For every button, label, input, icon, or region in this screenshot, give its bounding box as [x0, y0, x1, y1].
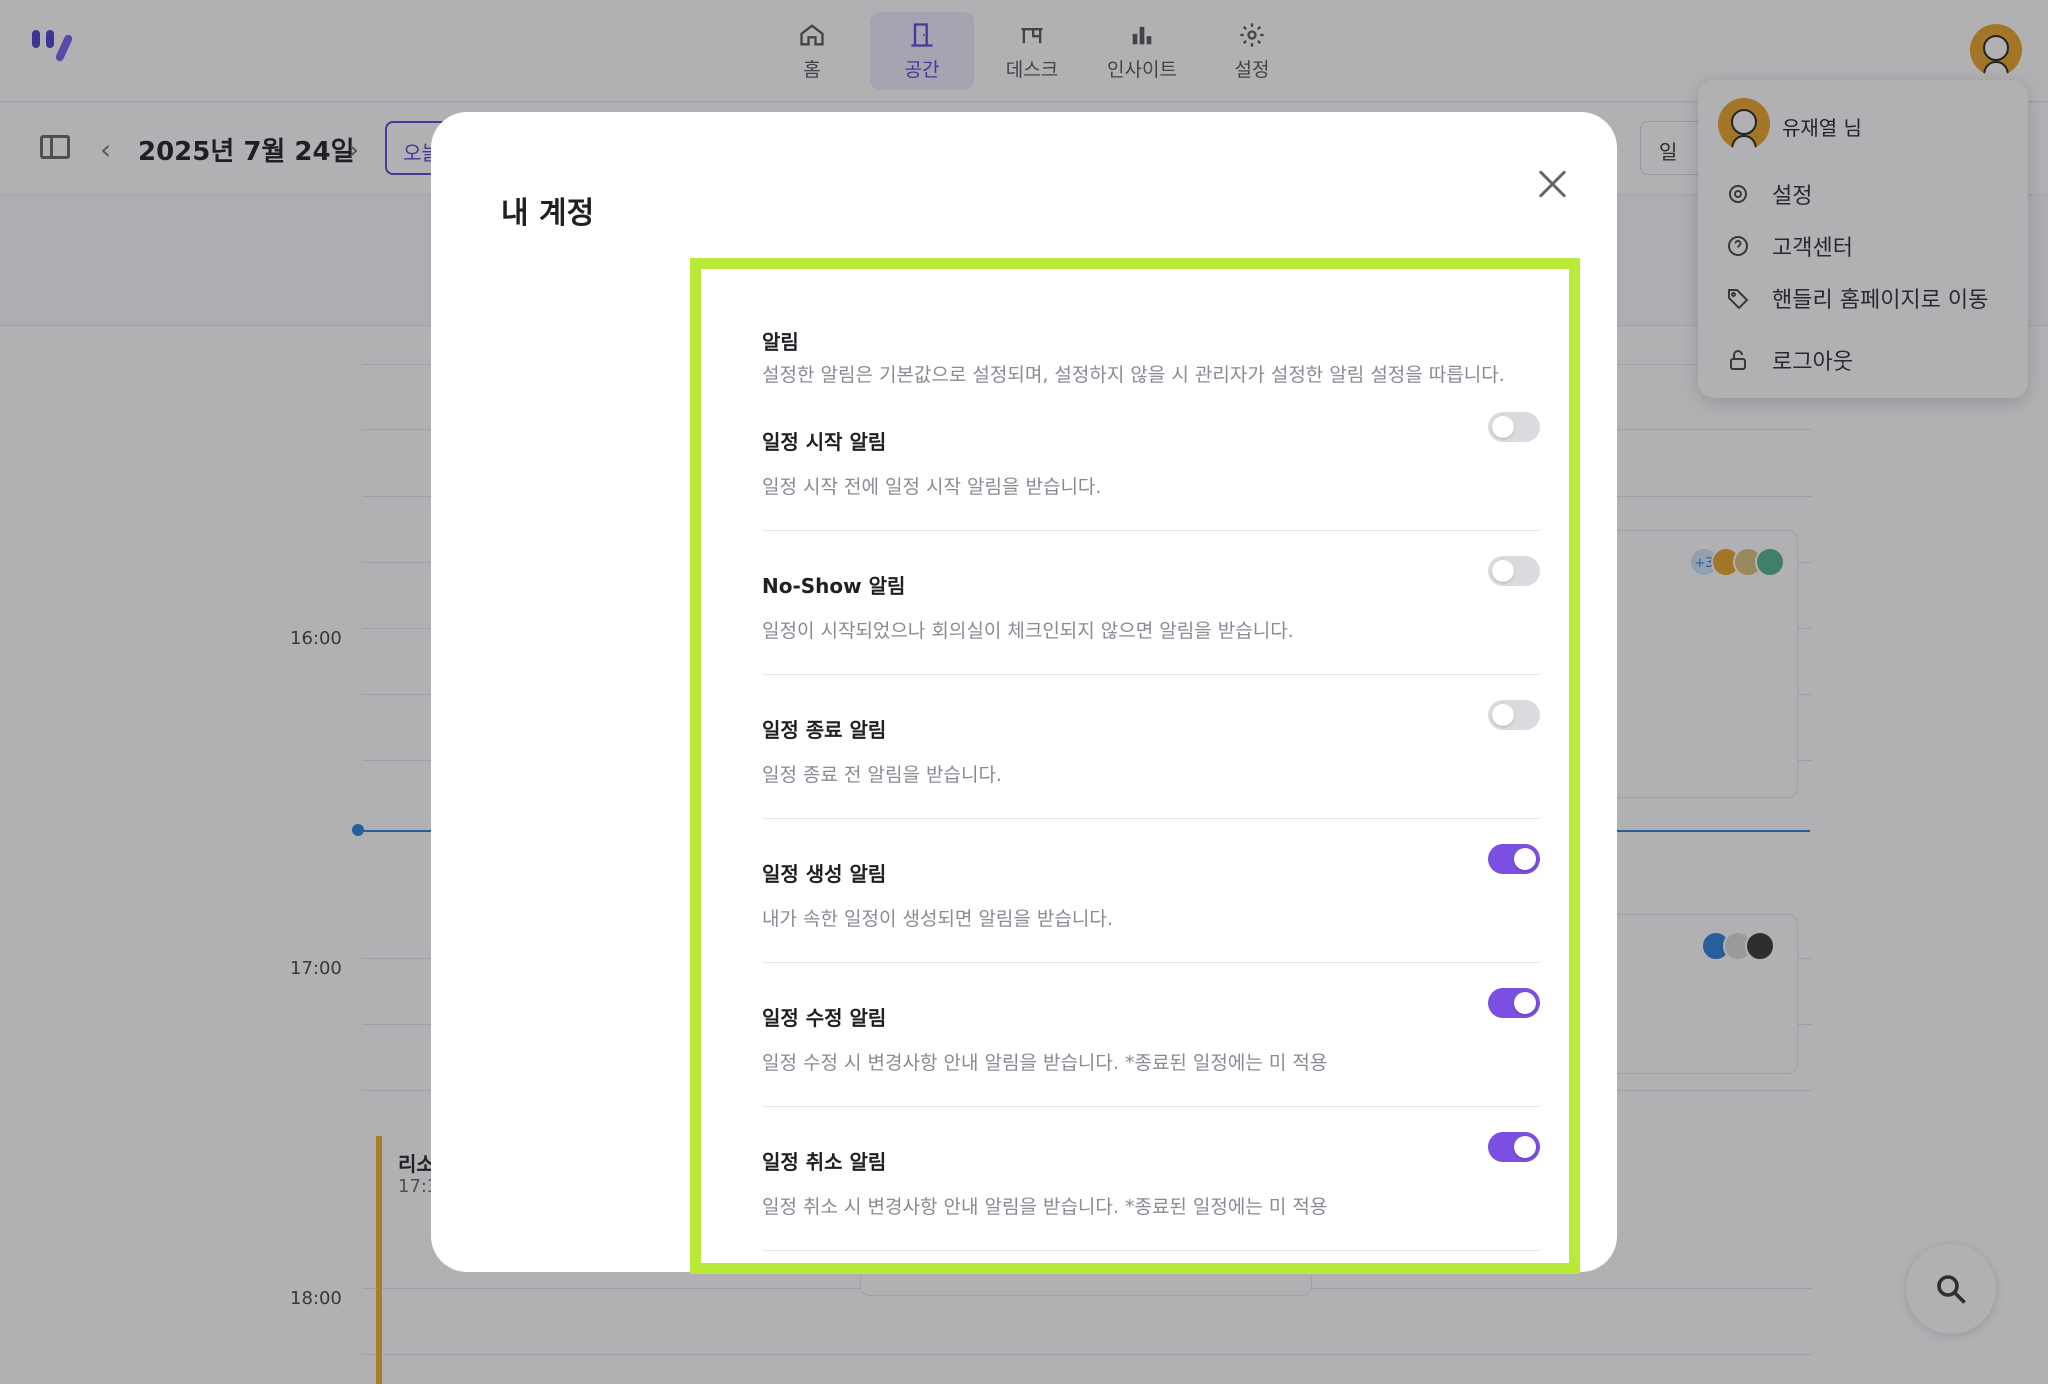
toggle-cancel-notification[interactable] [1488, 1132, 1540, 1162]
row-description: 내가 속한 일정이 생성되면 알림을 받습니다. [762, 908, 1113, 930]
row-description: 일정 수정 시 변경사항 안내 알림을 받습니다. *종료된 일정에는 미 적용 [762, 1052, 1328, 1074]
divider [762, 818, 1540, 819]
row-title: 일정 취소 알림 [762, 1150, 887, 1174]
row-description: 일정이 시작되었으나 회의실이 체크인되지 않으면 알림을 받습니다. [762, 620, 1294, 642]
row-description: 일정 취소 시 변경사항 안내 알림을 받습니다. *종료된 일정에는 미 적용 [762, 1196, 1328, 1218]
modal-title: 내 계정 [501, 196, 595, 231]
toggle-noshow-notification[interactable] [1488, 556, 1540, 586]
divider [762, 962, 1540, 963]
toggle-knob [1492, 416, 1514, 438]
divider [762, 674, 1540, 675]
divider [762, 1106, 1540, 1107]
row-title: 일정 생성 알림 [762, 862, 887, 886]
notification-row-cancel: 일정 취소 알림 일정 취소 시 변경사항 안내 알림을 받습니다. *종료된 … [762, 1132, 1540, 1290]
notification-row-update: 일정 수정 알림 일정 수정 시 변경사항 안내 알림을 받습니다. *종료된 … [762, 988, 1540, 1146]
toggle-end-notification[interactable] [1488, 700, 1540, 730]
notification-row-end: 일정 종료 알림 일정 종료 전 알림을 받습니다. [762, 700, 1540, 858]
section-description: 설정한 알림은 기본값으로 설정되며, 설정하지 않을 시 관리자가 설정한 알… [762, 364, 1505, 386]
notification-row-noshow: No-Show 알림 일정이 시작되었으나 회의실이 체크인되지 않으면 알림을… [762, 556, 1540, 714]
row-title: No-Show 알림 [762, 574, 906, 598]
toggle-update-notification[interactable] [1488, 988, 1540, 1018]
row-description: 일정 시작 전에 일정 시작 알림을 받습니다. [762, 476, 1102, 498]
notification-row-start: 일정 시작 알림 일정 시작 전에 일정 시작 알림을 받습니다. [762, 412, 1540, 570]
divider [762, 530, 1540, 531]
row-title: 일정 시작 알림 [762, 430, 887, 454]
section-title: 알림 [762, 330, 799, 354]
divider [762, 1250, 1540, 1251]
toggle-knob [1514, 848, 1536, 870]
toggle-knob [1514, 1136, 1536, 1158]
toggle-knob [1514, 992, 1536, 1014]
notification-row-create: 일정 생성 알림 내가 속한 일정이 생성되면 알림을 받습니다. [762, 844, 1540, 1002]
toggle-knob [1492, 704, 1514, 726]
row-title: 일정 종료 알림 [762, 718, 887, 742]
toggle-start-notification[interactable] [1488, 412, 1540, 442]
close-icon[interactable] [1533, 164, 1573, 204]
toggle-knob [1492, 560, 1514, 582]
row-description: 일정 종료 전 알림을 받습니다. [762, 764, 1002, 786]
toggle-create-notification[interactable] [1488, 844, 1540, 874]
row-title: 일정 수정 알림 [762, 1006, 887, 1030]
